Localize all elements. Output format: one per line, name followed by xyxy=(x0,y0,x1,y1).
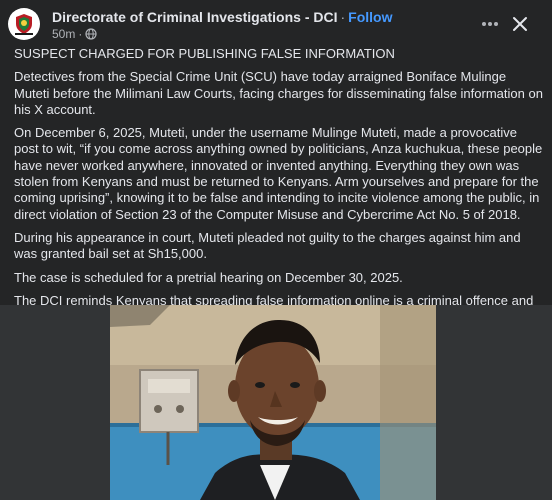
post-paragraph: During his appearance in court, Muteti p… xyxy=(14,229,521,262)
title-separator: · xyxy=(340,9,346,25)
post-headline: SUSPECT CHARGED FOR PUBLISHING FALSE INF… xyxy=(14,46,395,61)
follow-button[interactable]: Follow xyxy=(348,9,392,25)
meta-separator: · xyxy=(78,27,83,41)
page-name-link[interactable]: Directorate of Criminal Investigations -… xyxy=(52,9,338,25)
suspect-photo xyxy=(110,305,436,500)
more-horizontal-icon xyxy=(482,22,498,26)
post-header: Directorate of Criminal Investigations -… xyxy=(0,0,552,48)
page-title-line: Directorate of Criminal Investigations -… xyxy=(52,9,393,25)
post-paragraph: The case is scheduled for a pretrial hea… xyxy=(14,269,403,285)
page-avatar[interactable] xyxy=(8,8,40,40)
post-timestamp[interactable]: 50m xyxy=(52,27,75,41)
facebook-post: Directorate of Criminal Investigations -… xyxy=(0,0,552,500)
post-media[interactable] xyxy=(0,305,552,500)
post-meta: 50m · xyxy=(52,27,97,41)
globe-icon xyxy=(85,28,97,40)
post-paragraph: Detectives from the Special Crime Unit (… xyxy=(14,69,543,117)
close-icon xyxy=(513,17,527,31)
post-text: SUSPECT CHARGED FOR PUBLISHING FALSE INF… xyxy=(14,46,544,332)
post-photo[interactable] xyxy=(110,305,436,500)
post-paragraph: On December 6, 2025, Muteti, under the u… xyxy=(14,125,543,222)
dci-logo-icon xyxy=(10,10,38,38)
more-options-button[interactable] xyxy=(474,8,506,40)
close-button[interactable] xyxy=(504,8,536,40)
